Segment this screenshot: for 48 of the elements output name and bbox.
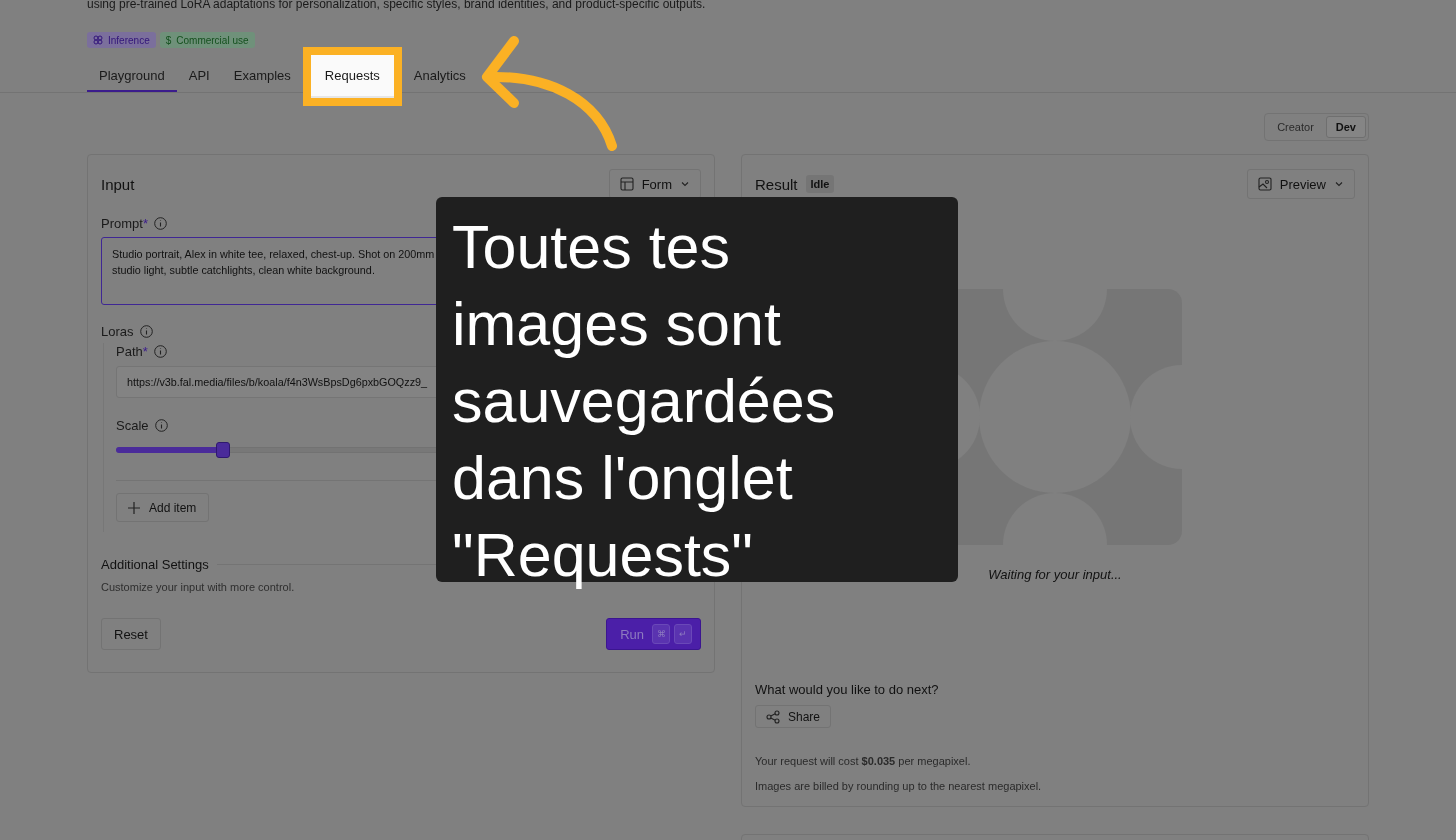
tab[interactable]: Requests <box>310 55 394 98</box>
description-text: using pre-trained LoRA adaptations for personalization, specific styles, brand identities, and product-specific outputs. <box>87 0 707 12</box>
dollar-symbol: $ <box>165 34 172 46</box>
waiting-text: Waiting for your input... <box>987 567 1123 582</box>
section-title: Additional Settings <box>101 557 209 572</box>
info-icon <box>153 216 167 230</box>
status-badge: Idle <box>805 175 835 193</box>
tab[interactable]: Analytics <box>401 61 478 92</box>
chevron-down-icon <box>1334 179 1344 189</box>
mode-option[interactable]: Dev <box>1325 116 1366 138</box>
field-label: Path <box>116 343 143 359</box>
field-label: Scale <box>116 417 149 433</box>
info-icon <box>139 324 153 338</box>
plus-icon <box>127 500 141 515</box>
required-mark: * <box>142 215 148 231</box>
layout-icon <box>619 177 634 191</box>
panel-title: Input <box>101 175 135 193</box>
run-button[interactable]: Run ⌘ ↵ <box>606 618 701 650</box>
tag-label: Inference <box>108 34 150 46</box>
prompt-text: Studio portrait, Alex in white tee, relaxed, chest-up. Shot on 200mm <box>112 247 436 262</box>
atom-icon <box>93 35 103 45</box>
tag-label: Commercial use <box>176 34 249 46</box>
info-icon <box>154 418 168 432</box>
key-hint: ↵ <box>674 624 692 644</box>
info-icon <box>153 344 167 358</box>
add-item-button[interactable]: Add item <box>116 493 210 522</box>
mode-option[interactable]: Creator <box>1267 116 1324 138</box>
required-mark: * <box>142 343 148 359</box>
section-description: Customize your input with more control. <box>101 581 296 593</box>
billing-note: Images are billed by rounding up to the nearest megapixel. <box>755 780 1043 792</box>
tab[interactable]: API <box>176 61 222 92</box>
field-label: Loras <box>101 323 134 339</box>
key-hint: ⌘ <box>652 624 670 644</box>
run-label: Run <box>620 626 644 642</box>
image-icon <box>1257 177 1272 191</box>
share-button[interactable]: Share <box>755 705 832 728</box>
next-title: What would you like to do next? <box>755 682 940 697</box>
tab[interactable]: Examples <box>221 61 303 92</box>
slider-thumb[interactable] <box>216 442 231 458</box>
field-label: Prompt <box>101 215 143 231</box>
reset-button[interactable]: Reset <box>101 618 161 650</box>
tab[interactable]: Playground <box>87 61 177 92</box>
cost-text: Your request will cost $0.035 per megapixel. <box>755 755 972 767</box>
panel-title: Result <box>755 175 798 193</box>
prompt-text: studio light, subtle catchlights, clean white background. <box>112 263 376 278</box>
chevron-down-icon <box>680 179 690 189</box>
share-icon <box>766 709 780 724</box>
preview-dropdown[interactable]: Preview <box>1246 169 1355 199</box>
